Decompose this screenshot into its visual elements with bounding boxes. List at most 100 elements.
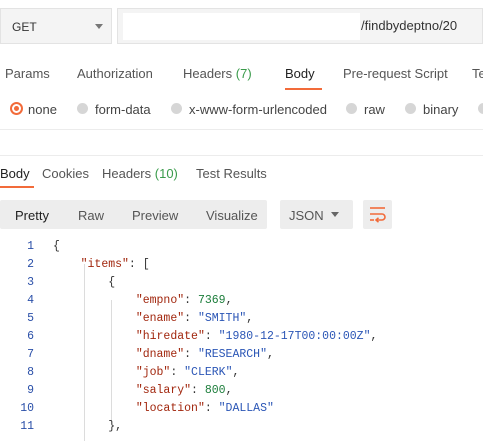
json-punctuation bbox=[53, 330, 136, 343]
json-punctuation bbox=[53, 348, 136, 361]
code-line: "empno": 7369, bbox=[53, 294, 233, 307]
radio-none-label: none bbox=[28, 102, 57, 117]
line-number: 4 bbox=[27, 294, 34, 307]
json-punctuation: { bbox=[53, 240, 60, 253]
headers-count: (7) bbox=[235, 66, 252, 81]
format-select[interactable]: JSON bbox=[280, 200, 353, 229]
response-body-code: 1 {2 "items": [ 3 {4 "empno": 7369, 5 "enam… bbox=[0, 238, 483, 441]
response-headers-count: (10) bbox=[154, 166, 178, 181]
json-string: "SMITH" bbox=[197, 312, 247, 325]
json-punctuation bbox=[53, 258, 81, 271]
method-select[interactable]: GET bbox=[0, 8, 112, 44]
code-line: "ename": "SMITH", bbox=[53, 312, 253, 325]
json-punctuation: : [ bbox=[128, 258, 150, 271]
json-punctuation bbox=[53, 312, 136, 325]
response-active-tab-indicator bbox=[0, 186, 34, 188]
json-punctuation: , bbox=[370, 330, 378, 343]
view-pretty-button[interactable]: Pretty bbox=[15, 208, 49, 223]
json-punctuation: : bbox=[184, 294, 198, 307]
line-number: 9 bbox=[27, 384, 34, 397]
method-label: GET bbox=[12, 20, 37, 34]
view-visualize-button[interactable]: Visualize bbox=[206, 208, 258, 223]
code-line: { bbox=[53, 240, 60, 253]
json-key: "salary" bbox=[135, 384, 192, 397]
json-string: "1980-12-17T00:00:00Z" bbox=[218, 330, 371, 343]
wrap-lines-icon bbox=[370, 207, 386, 223]
radio-graphql[interactable] bbox=[478, 103, 483, 114]
chevron-down-icon bbox=[95, 24, 103, 29]
json-key: "hiredate" bbox=[135, 330, 205, 343]
line-number: 5 bbox=[27, 312, 34, 325]
json-punctuation: , bbox=[225, 384, 233, 397]
divider bbox=[0, 155, 483, 156]
json-key: "empno" bbox=[135, 294, 185, 307]
wrap-lines-button[interactable] bbox=[363, 200, 392, 229]
radio-binary-label: binary bbox=[423, 102, 459, 117]
tab-tests[interactable]: Te bbox=[472, 66, 483, 81]
json-string: "CLERK" bbox=[184, 366, 233, 379]
tab-authorization[interactable]: Authorization bbox=[77, 66, 153, 81]
json-punctuation: { bbox=[53, 276, 116, 289]
json-punctuation: : bbox=[204, 330, 219, 343]
code-line: { bbox=[53, 276, 115, 289]
json-punctuation: }, bbox=[53, 420, 123, 433]
code-line: "items": [ bbox=[53, 258, 150, 271]
code-line: "salary": 800, bbox=[53, 384, 233, 397]
json-key: "ename" bbox=[135, 312, 185, 325]
code-line: "dname": "RESEARCH", bbox=[53, 348, 274, 361]
response-tab-body[interactable]: Body bbox=[0, 166, 30, 181]
line-number: 8 bbox=[27, 366, 34, 379]
json-punctuation bbox=[53, 294, 136, 307]
format-label: JSON bbox=[289, 208, 324, 223]
json-key: "dname" bbox=[135, 348, 185, 361]
response-tab-headers[interactable]: Headers (10) bbox=[102, 166, 178, 181]
view-raw-button[interactable]: Raw bbox=[78, 208, 104, 223]
line-number: 11 bbox=[20, 420, 34, 433]
json-punctuation: , bbox=[246, 312, 254, 325]
line-number: 3 bbox=[27, 276, 34, 289]
json-string: "DALLAS" bbox=[218, 402, 274, 415]
json-string: "RESEARCH" bbox=[197, 348, 267, 361]
divider bbox=[0, 129, 483, 130]
json-number: 7369 bbox=[197, 294, 226, 307]
json-punctuation: : bbox=[170, 366, 185, 379]
code-line: "job": "CLERK", bbox=[53, 366, 240, 379]
radio-binary[interactable] bbox=[405, 103, 416, 114]
line-number: 6 bbox=[27, 330, 34, 343]
url-redacted-area bbox=[123, 13, 360, 40]
active-tab-indicator bbox=[285, 88, 322, 90]
view-preview-button[interactable]: Preview bbox=[132, 208, 178, 223]
radio-form-data[interactable] bbox=[77, 103, 88, 114]
radio-raw-label: raw bbox=[364, 102, 385, 117]
code-line: "hiredate": "1980-12-17T00:00:00Z", bbox=[53, 330, 378, 343]
json-punctuation bbox=[53, 402, 136, 415]
line-number: 7 bbox=[27, 348, 34, 361]
json-punctuation bbox=[53, 384, 136, 397]
code-line: }, bbox=[53, 420, 122, 433]
chevron-down-icon bbox=[331, 212, 339, 217]
url-text: /findbydeptno/20 bbox=[361, 18, 458, 33]
radio-urlencoded[interactable] bbox=[171, 103, 182, 114]
radio-urlencoded-label: x-www-form-urlencoded bbox=[189, 102, 327, 117]
tab-pre-request-script[interactable]: Pre-request Script bbox=[343, 66, 448, 81]
line-number: 10 bbox=[20, 402, 34, 415]
line-number: 2 bbox=[27, 258, 34, 271]
json-key: "items" bbox=[80, 258, 129, 271]
json-punctuation: : bbox=[184, 312, 198, 325]
radio-none[interactable] bbox=[10, 102, 23, 115]
json-key: "job" bbox=[135, 366, 171, 379]
json-punctuation bbox=[53, 366, 136, 379]
json-punctuation: : bbox=[191, 384, 205, 397]
json-punctuation: , bbox=[232, 366, 240, 379]
line-number: 1 bbox=[27, 240, 34, 253]
tab-params[interactable]: Params bbox=[5, 66, 50, 81]
json-number: 800 bbox=[204, 384, 226, 397]
radio-raw[interactable] bbox=[346, 103, 357, 114]
json-punctuation: : bbox=[184, 348, 198, 361]
tab-body[interactable]: Body bbox=[285, 66, 315, 81]
response-tab-cookies[interactable]: Cookies bbox=[42, 166, 89, 181]
response-tab-test-results[interactable]: Test Results bbox=[196, 166, 267, 181]
radio-form-data-label: form-data bbox=[95, 102, 151, 117]
tab-headers[interactable]: Headers (7) bbox=[183, 66, 252, 81]
json-punctuation: , bbox=[225, 294, 233, 307]
